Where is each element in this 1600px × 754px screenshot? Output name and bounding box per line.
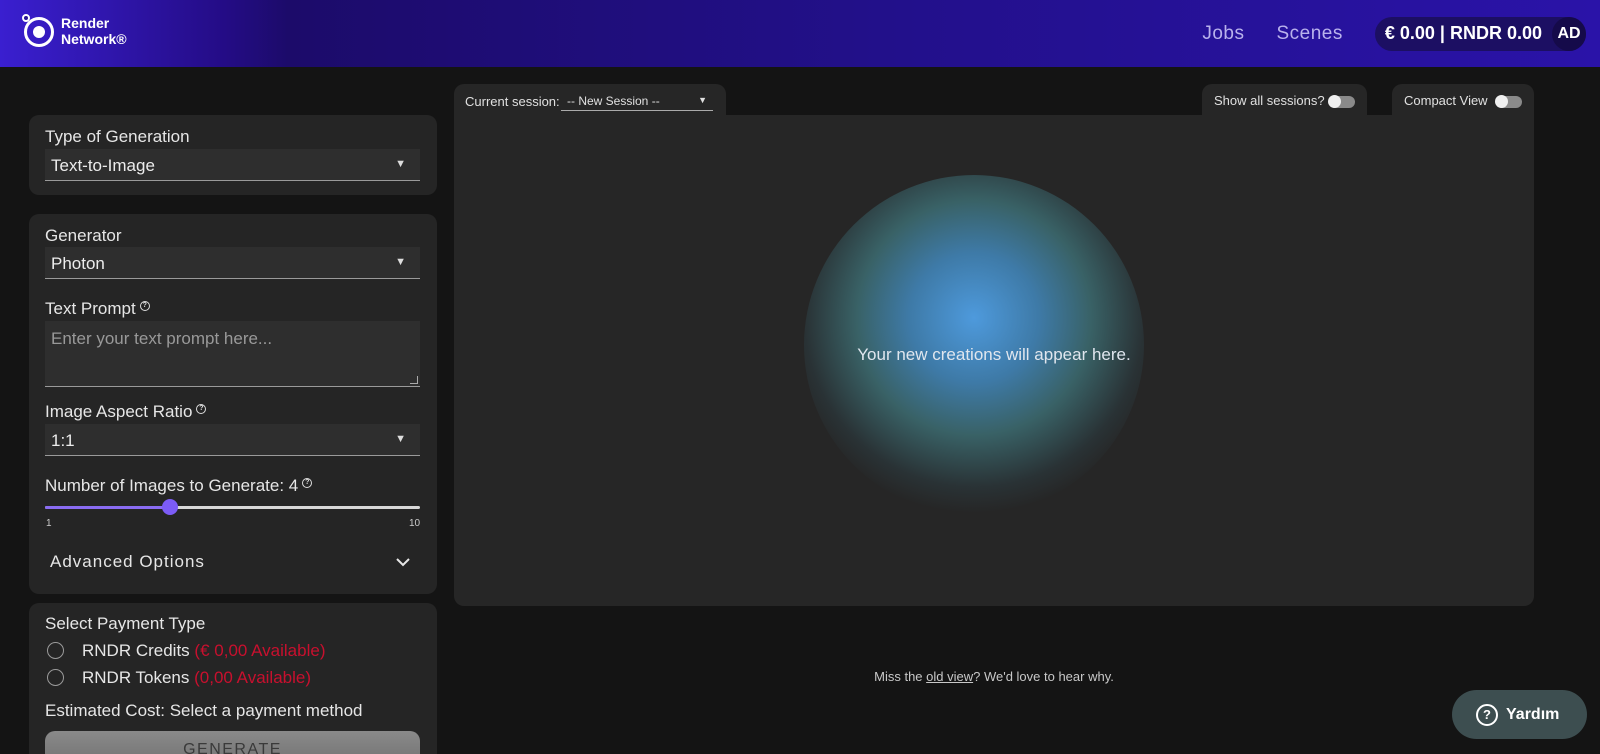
- balance-pill[interactable]: € 0.00 | RNDR 0.00 AD: [1374, 16, 1586, 51]
- generation-type-value: Text-to-Image: [51, 156, 155, 175]
- chevron-down-icon: [396, 558, 410, 567]
- text-prompt-label-text: Text Prompt: [45, 299, 136, 318]
- aspect-ratio-select[interactable]: 1:1 ▼: [45, 424, 420, 456]
- results-area: Your new creations will appear here.: [454, 115, 1534, 606]
- top-header: Render Network® Jobs Scenes € 0.00 | RND…: [0, 0, 1600, 67]
- image-count-label: Number of Images to Generate: 4?: [45, 476, 313, 496]
- session-select-value: -- New Session --: [567, 94, 660, 108]
- session-tab: Current session: -- New Session -- ▼: [454, 84, 726, 116]
- help-circle-icon[interactable]: ?: [139, 301, 150, 311]
- generation-type-label: Type of Generation: [45, 127, 190, 146]
- text-prompt-placeholder: Enter your text prompt here...: [51, 329, 273, 348]
- compact-view-tab: Compact View: [1392, 84, 1534, 116]
- caret-down-icon: ▼: [395, 433, 406, 445]
- slider-min-label: 1: [46, 518, 52, 529]
- payment-label: Select Payment Type: [45, 614, 206, 633]
- feedback-text: Miss the old view? We'd love to hear why…: [454, 669, 1534, 684]
- question-icon: ?: [1476, 703, 1498, 726]
- help-circle-icon[interactable]: ?: [196, 404, 207, 414]
- aspect-ratio-label: Image Aspect Ratio?: [45, 402, 207, 422]
- aspect-ratio-label-text: Image Aspect Ratio: [45, 402, 193, 421]
- aspect-ratio-value: 1:1: [51, 431, 75, 450]
- compact-view-toggle[interactable]: [1495, 95, 1522, 108]
- nav-scenes[interactable]: Scenes: [1277, 23, 1343, 45]
- caret-down-icon: ▼: [395, 158, 406, 170]
- credits-available: (€ 0,00 Available): [194, 641, 326, 660]
- compact-view-label: Compact View: [1404, 93, 1488, 108]
- help-circle-icon[interactable]: ?: [302, 478, 313, 488]
- caret-down-icon: ▼: [395, 256, 406, 268]
- slider-thumb[interactable]: [162, 499, 178, 515]
- text-prompt-label: Text Prompt?: [45, 299, 150, 319]
- logo-icon: [22, 14, 56, 48]
- text-prompt-input[interactable]: Enter your text prompt here...: [45, 321, 420, 387]
- resize-grip-icon[interactable]: [410, 376, 418, 384]
- payment-option-tokens[interactable]: RNDR Tokens (0,00 Available): [47, 667, 407, 689]
- generation-type-panel: Type of Generation Text-to-Image ▼: [29, 115, 437, 195]
- show-all-sessions-label: Show all sessions?: [1214, 93, 1325, 108]
- credits-name: RNDR Credits: [82, 641, 190, 660]
- slider-max-label: 10: [409, 518, 421, 529]
- tokens-available: (0,00 Available): [194, 668, 311, 687]
- generation-type-select[interactable]: Text-to-Image ▼: [45, 149, 420, 181]
- generator-label: Generator: [45, 226, 122, 245]
- render-network-logo[interactable]: Render Network®: [22, 14, 127, 48]
- estimated-cost: Estimated Cost: Select a payment method: [45, 701, 363, 720]
- show-all-sessions-tab: Show all sessions?: [1202, 84, 1367, 116]
- nav-jobs[interactable]: Jobs: [1202, 23, 1244, 45]
- generator-panel: Generator Photon ▼ Text Prompt? Enter yo…: [29, 214, 437, 594]
- logo-line2: Network®: [61, 31, 127, 47]
- payment-option-credits[interactable]: RNDR Credits (€ 0,00 Available): [47, 640, 407, 662]
- caret-down-icon: ▼: [698, 95, 707, 105]
- advanced-options-toggle[interactable]: Advanced Options: [45, 544, 420, 580]
- payment-panel: Select Payment Type RNDR Credits (€ 0,00…: [29, 603, 437, 754]
- balance-text: € 0.00 | RNDR 0.00: [1384, 23, 1542, 43]
- tokens-name: RNDR Tokens: [82, 668, 190, 687]
- current-session-label: Current session:: [465, 94, 560, 109]
- generator-select[interactable]: Photon ▼: [45, 247, 420, 279]
- slider-fill: [45, 506, 170, 509]
- help-button[interactable]: ? Yardım: [1452, 690, 1587, 739]
- avatar[interactable]: AD: [1552, 16, 1586, 51]
- session-select[interactable]: -- New Session -- ▼: [561, 92, 713, 111]
- feedback-prefix: Miss the: [874, 669, 927, 684]
- generator-value: Photon: [51, 254, 105, 273]
- help-button-label: Yardım: [1506, 705, 1560, 723]
- logo-line1: Render: [61, 15, 110, 31]
- header-nav: Jobs Scenes € 0.00 | RNDR 0.00 AD: [1202, 0, 1600, 67]
- feedback-suffix: ? We'd love to hear why.: [973, 669, 1114, 684]
- show-all-sessions-toggle[interactable]: [1328, 95, 1355, 108]
- old-view-link[interactable]: old view: [926, 669, 973, 684]
- radio-button[interactable]: [47, 669, 64, 686]
- image-count-label-text: Number of Images to Generate: 4: [45, 476, 299, 495]
- advanced-options-label: Advanced Options: [50, 552, 205, 571]
- generate-button[interactable]: GENERATE: [45, 731, 420, 754]
- image-count-slider[interactable]: [45, 499, 420, 524]
- radio-button[interactable]: [47, 642, 64, 659]
- empty-results-message: Your new creations will appear here.: [857, 345, 1131, 364]
